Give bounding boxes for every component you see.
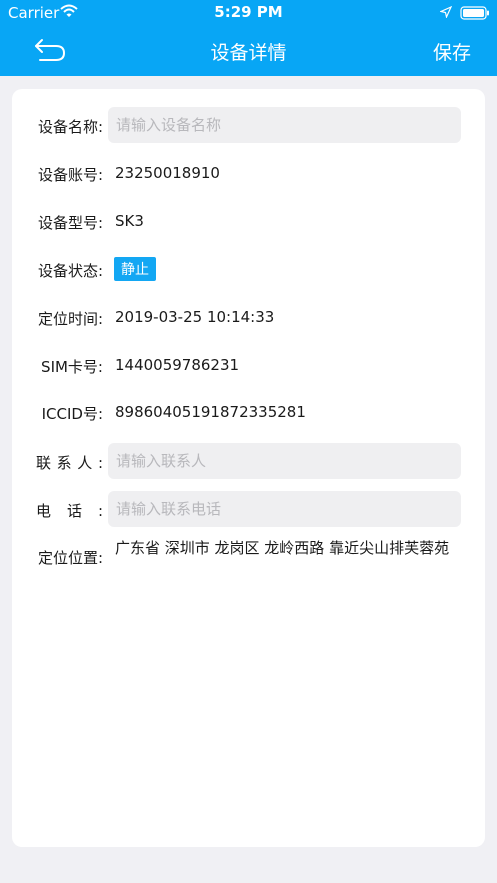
back-arrow-icon [35, 39, 66, 61]
location-arrow-icon [440, 6, 452, 18]
back-button[interactable] [30, 36, 70, 66]
sim-number-row: SIM卡号: 1440059786231 [12, 355, 485, 377]
device-name-label: 设备名称: [37, 118, 103, 136]
phone-row: 电话: [12, 491, 485, 527]
device-status-row: 设备状态: 静止 [12, 257, 485, 283]
phone-input[interactable] [108, 491, 461, 527]
status-bar: Carrier 5:29 PM [0, 0, 497, 26]
status-time: 5:29 PM [214, 3, 283, 21]
save-button[interactable]: 保存 [433, 38, 471, 65]
device-name-row: 设备名称: [12, 107, 485, 143]
device-account-label: 设备账号: [37, 166, 103, 184]
contact-row: 联系人: [12, 443, 485, 479]
contact-input[interactable] [108, 443, 461, 479]
sim-number-label: SIM卡号: [41, 358, 103, 376]
iccid-label: ICCID号: [41, 405, 103, 423]
app-header: Carrier 5:29 PM 设备详情 保存 [0, 0, 497, 76]
location-value: 广东省 深圳市 龙岗区 龙岭西路 靠近尖山排芙蓉苑 [115, 539, 450, 557]
locate-time-label: 定位时间: [37, 310, 103, 328]
device-status-label: 设备状态: [37, 262, 103, 280]
page-title: 设备详情 [210, 42, 287, 64]
battery-icon [460, 6, 489, 20]
device-model-label: 设备型号: [37, 214, 103, 232]
device-account-value: 23250018910 [115, 164, 220, 182]
locate-time-row: 定位时间: 2019-03-25 10:14:33 [12, 307, 485, 329]
device-model-row: 设备型号: SK3 [12, 211, 485, 233]
locate-time-value: 2019-03-25 10:14:33 [115, 308, 275, 326]
location-label: 定位位置: [37, 549, 103, 567]
device-account-row: 设备账号: 23250018910 [12, 163, 485, 185]
status-badge: 静止 [114, 257, 156, 281]
nav-bar: 设备详情 保存 [0, 26, 497, 76]
contact-label: 联系人: [36, 454, 103, 472]
device-model-value: SK3 [115, 212, 144, 230]
iccid-value: 89860405191872335281 [115, 403, 306, 421]
location-row: 定位位置: 广东省 深圳市 龙岗区 龙岭西路 靠近尖山排芙蓉苑 [12, 537, 485, 581]
sim-number-value: 1440059786231 [115, 356, 240, 374]
iccid-row: ICCID号: 89860405191872335281 [12, 402, 485, 424]
phone-label: 电话: [36, 502, 103, 520]
device-name-input[interactable] [108, 107, 461, 143]
device-detail-card: 设备名称: 设备账号: 23250018910 设备型号: SK3 设备状态: … [12, 89, 485, 847]
